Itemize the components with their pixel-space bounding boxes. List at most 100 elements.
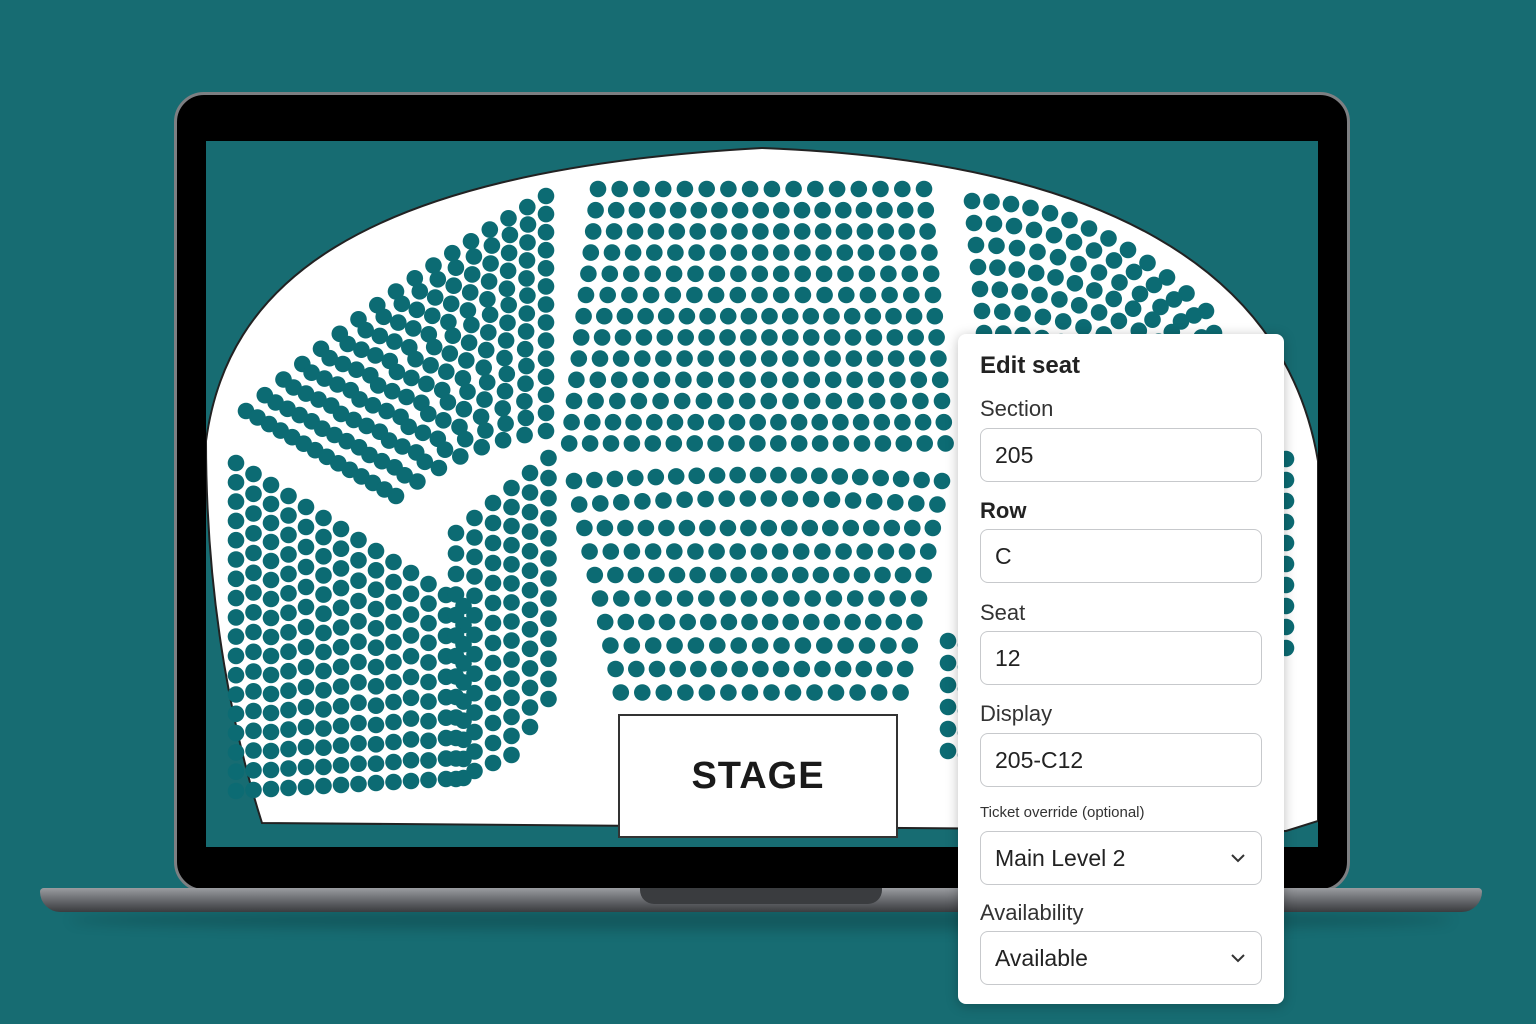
seat[interactable] <box>503 708 520 726</box>
seat[interactable] <box>455 400 473 418</box>
seat[interactable] <box>447 586 465 603</box>
seat[interactable] <box>447 524 465 542</box>
seat[interactable] <box>802 307 820 325</box>
seat[interactable] <box>458 352 475 369</box>
seat[interactable] <box>676 180 694 198</box>
seat[interactable] <box>350 552 367 569</box>
seat[interactable] <box>390 314 407 331</box>
seat[interactable] <box>811 435 829 452</box>
seat[interactable] <box>803 371 821 389</box>
seat[interactable] <box>828 180 846 198</box>
seat[interactable] <box>540 630 557 648</box>
seat[interactable] <box>575 307 592 325</box>
seat[interactable] <box>623 637 641 654</box>
seat[interactable] <box>540 590 557 607</box>
seat[interactable] <box>476 391 493 408</box>
seat[interactable] <box>332 560 350 577</box>
seat[interactable] <box>280 585 297 602</box>
seat[interactable] <box>751 244 769 261</box>
seat[interactable] <box>385 653 402 671</box>
seat[interactable] <box>521 503 539 521</box>
seat[interactable] <box>442 295 460 313</box>
seat[interactable] <box>655 684 673 701</box>
seat[interactable] <box>822 519 839 537</box>
seat[interactable] <box>729 466 746 484</box>
seat[interactable] <box>844 329 862 346</box>
seat[interactable] <box>761 307 778 325</box>
seat[interactable] <box>793 201 811 219</box>
seat[interactable] <box>521 581 539 599</box>
seat[interactable] <box>1090 304 1108 321</box>
seat[interactable] <box>792 543 810 560</box>
seat[interactable] <box>1080 220 1098 237</box>
seat[interactable] <box>497 415 514 432</box>
seat[interactable] <box>385 613 402 631</box>
seat[interactable] <box>447 545 465 562</box>
seat[interactable] <box>603 244 621 261</box>
seat[interactable] <box>859 286 877 304</box>
seat[interactable] <box>835 543 852 560</box>
seat[interactable] <box>843 307 861 325</box>
seat[interactable] <box>481 221 499 238</box>
seat[interactable] <box>1105 252 1123 269</box>
seat[interactable] <box>596 613 614 631</box>
seat[interactable] <box>540 570 557 587</box>
seat[interactable] <box>632 371 649 389</box>
seat[interactable] <box>853 566 871 584</box>
seat[interactable] <box>367 347 384 364</box>
seat[interactable] <box>634 684 651 701</box>
seat[interactable] <box>497 332 515 349</box>
seat[interactable] <box>483 237 501 254</box>
seat[interactable] <box>919 223 936 240</box>
seat[interactable] <box>1105 290 1122 308</box>
seat[interactable] <box>709 566 727 584</box>
seat[interactable] <box>441 345 459 362</box>
seat[interactable] <box>280 565 297 583</box>
seat[interactable] <box>876 660 893 678</box>
seat[interactable] <box>793 660 811 678</box>
seat[interactable] <box>720 180 737 198</box>
seat[interactable] <box>587 392 604 410</box>
seat[interactable] <box>720 613 738 631</box>
seat[interactable] <box>503 651 520 668</box>
seat[interactable] <box>519 216 537 233</box>
seat[interactable] <box>227 686 245 703</box>
seat[interactable] <box>1029 243 1046 261</box>
seat[interactable] <box>885 307 902 325</box>
seat[interactable] <box>262 552 280 570</box>
seat[interactable] <box>280 487 297 505</box>
seat[interactable] <box>634 350 651 367</box>
seat[interactable] <box>607 566 624 584</box>
seat[interactable] <box>407 350 424 368</box>
seat[interactable] <box>699 307 716 325</box>
seat[interactable] <box>227 551 245 568</box>
seat[interactable] <box>678 307 696 325</box>
seat[interactable] <box>459 383 476 400</box>
seat[interactable] <box>371 327 389 345</box>
seat[interactable] <box>770 466 787 484</box>
seat[interactable] <box>447 750 465 767</box>
seat[interactable] <box>245 485 262 503</box>
seat[interactable] <box>494 431 512 449</box>
seat[interactable] <box>537 241 555 259</box>
seat[interactable] <box>658 613 676 631</box>
seat[interactable] <box>971 280 989 298</box>
seat[interactable] <box>350 633 367 650</box>
seat[interactable] <box>935 413 953 431</box>
seat[interactable] <box>899 244 917 261</box>
seat[interactable] <box>790 413 808 431</box>
seat[interactable] <box>870 684 888 701</box>
seat[interactable] <box>466 723 483 741</box>
seat[interactable] <box>516 426 533 444</box>
seat[interactable] <box>315 701 332 718</box>
seat[interactable] <box>1049 248 1067 266</box>
seat[interactable] <box>892 684 909 701</box>
seat[interactable] <box>697 490 714 508</box>
seat[interactable] <box>623 543 641 560</box>
seat[interactable] <box>430 459 448 477</box>
seat[interactable] <box>402 731 420 748</box>
seat[interactable] <box>1005 217 1023 235</box>
seat[interactable] <box>1025 221 1043 239</box>
seat[interactable] <box>599 286 616 304</box>
seat[interactable] <box>709 244 727 261</box>
